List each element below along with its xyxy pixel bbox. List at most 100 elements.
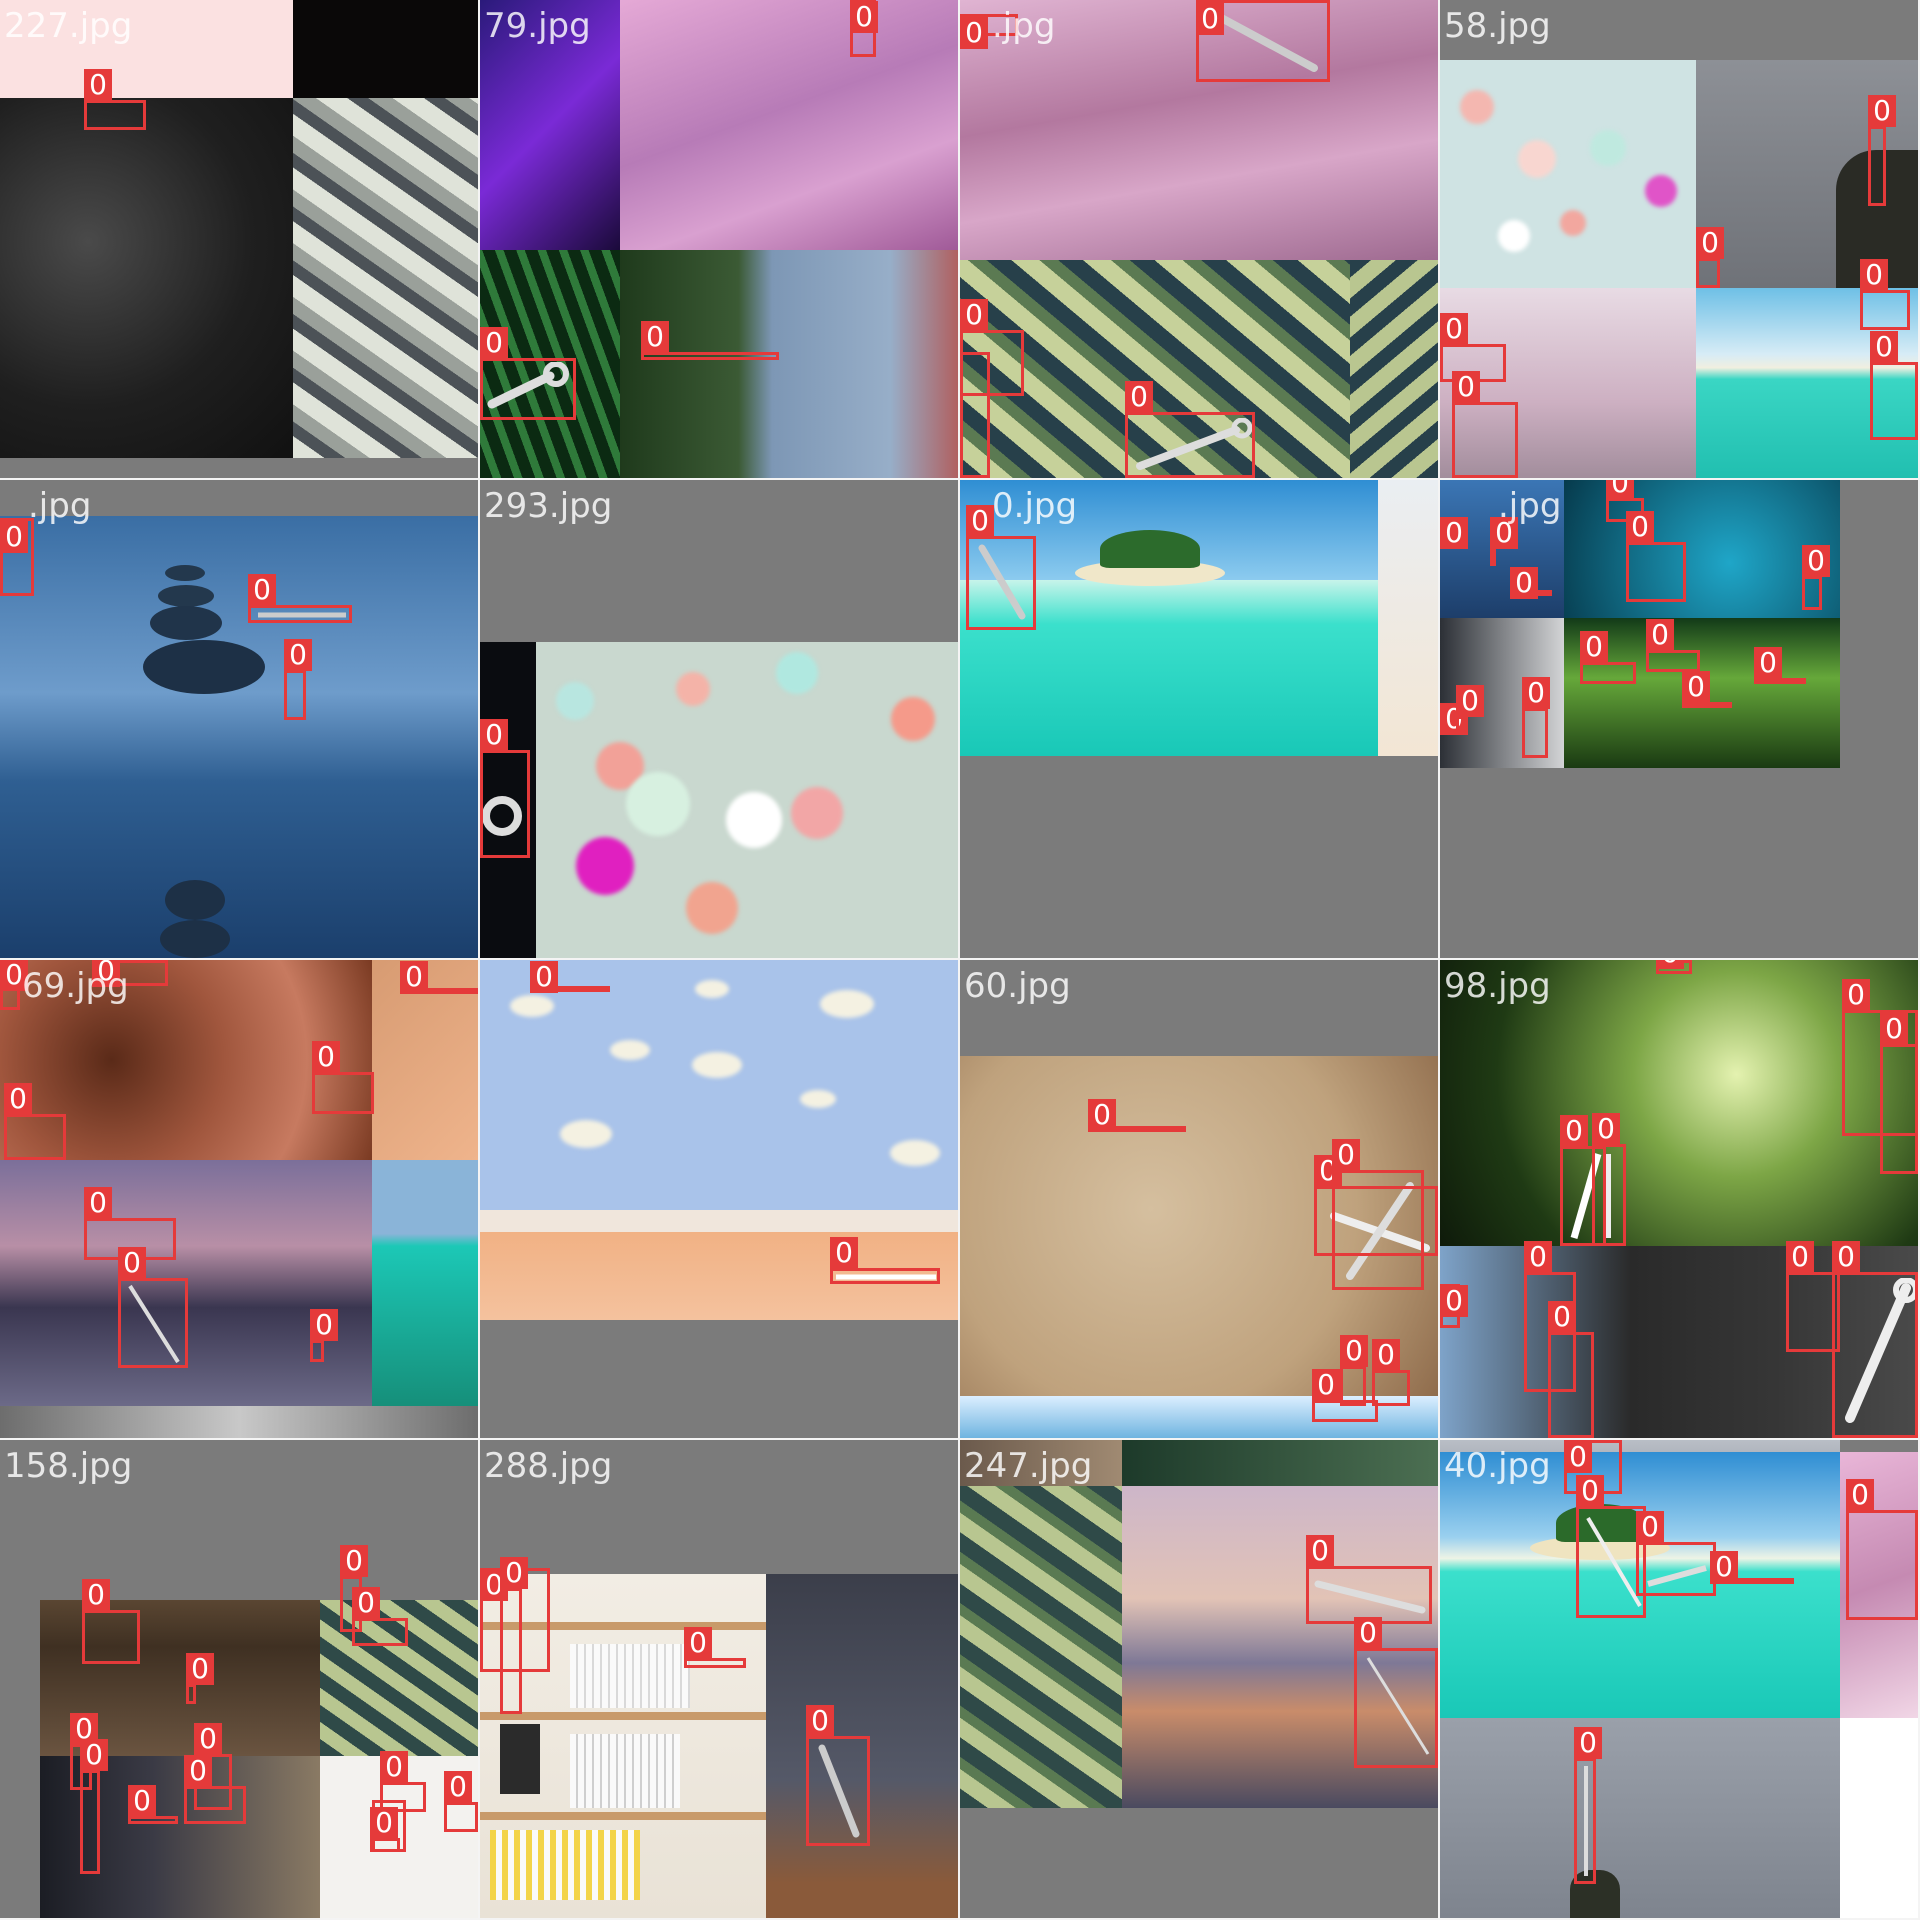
class-label: 0 bbox=[480, 719, 508, 751]
class-label: 0 bbox=[84, 1187, 112, 1219]
class-label: 0 bbox=[1524, 1241, 1552, 1273]
class-label: 0 bbox=[1646, 619, 1674, 651]
cloud-wallpaper bbox=[480, 960, 958, 1210]
class-label: 0 bbox=[1696, 227, 1724, 259]
class-label: 0 bbox=[352, 1587, 380, 1619]
mosaic-grid: 227.jpg 0 79.jpg 0 0 0 .jpg 0 0 0 0 58.j… bbox=[0, 0, 1920, 1920]
bokeh-photo bbox=[1440, 60, 1696, 288]
class-label: 0 bbox=[80, 1739, 108, 1771]
class-label: 0 bbox=[1656, 960, 1684, 969]
detection-box: 0 bbox=[480, 719, 530, 858]
class-label: 0 bbox=[1576, 1475, 1604, 1507]
statue-photo bbox=[1440, 1718, 1840, 1918]
detection-box: 0 bbox=[352, 1587, 408, 1646]
sea-photo bbox=[372, 1160, 478, 1406]
detection-box: 0 bbox=[84, 69, 146, 130]
detection-box: 0 bbox=[1802, 545, 1830, 610]
stone bbox=[165, 565, 205, 581]
detection-box: 0 bbox=[1440, 1284, 1468, 1328]
class-label: 0 bbox=[1754, 647, 1782, 679]
detection-box: 0 bbox=[118, 1247, 188, 1368]
detection-box: 0 bbox=[284, 639, 312, 720]
baseboard bbox=[480, 1210, 958, 1232]
class-label: 0 bbox=[641, 321, 669, 353]
tile-unknown-d: .jpg 0 0 0 0 0 0 0 0 0 0 0 0 0 bbox=[1440, 480, 1918, 958]
class-label: 0 bbox=[4, 1083, 32, 1115]
detection-box: 0 bbox=[1636, 1511, 1716, 1596]
stone bbox=[160, 920, 230, 958]
class-label: 0 bbox=[400, 961, 428, 993]
detection-box: 0 bbox=[1196, 0, 1330, 82]
detection-box: 0 bbox=[830, 1237, 940, 1284]
class-label: 0 bbox=[830, 1237, 858, 1269]
detection-box: 0 bbox=[684, 1627, 746, 1668]
detection-box: 0 bbox=[1710, 1551, 1794, 1584]
class-label: 0 bbox=[960, 17, 988, 49]
class-label: 0 bbox=[1440, 313, 1468, 345]
class-label: 0 bbox=[1710, 1551, 1738, 1583]
class-label: 0 bbox=[1860, 259, 1888, 291]
class-label: 0 bbox=[850, 1, 878, 33]
tile-158: 158.jpg 0 0 0 0 0 0 0 0 0 0 0 0 bbox=[0, 1440, 478, 1918]
detection-box: 0 bbox=[312, 1041, 374, 1114]
dark-strip bbox=[293, 0, 478, 98]
class-label: 0 bbox=[1548, 1301, 1576, 1333]
detection-box: 0 bbox=[806, 1705, 870, 1846]
class-label: 0 bbox=[1626, 511, 1654, 543]
detection-box: 0 bbox=[4, 1083, 66, 1160]
forest-lake bbox=[620, 250, 958, 478]
class-label: 0 bbox=[1606, 480, 1634, 499]
tile-filename: 288.jpg bbox=[484, 1446, 613, 1486]
detection-box: 0 bbox=[1548, 1301, 1594, 1438]
class-label: 0 bbox=[248, 574, 276, 606]
detection-box: 0 bbox=[1646, 619, 1700, 672]
tile-247: 247.jpg 0 0 bbox=[960, 1440, 1438, 1918]
detection-box: 0 bbox=[1870, 331, 1918, 440]
class-label: 0 bbox=[1354, 1617, 1382, 1649]
detection-box: 0 bbox=[128, 1785, 178, 1824]
tile-unknown-b: .jpg 0 0 0 bbox=[0, 480, 478, 958]
class-label: 0 bbox=[1846, 1479, 1874, 1511]
detection-box: 0 bbox=[1440, 517, 1468, 549]
class-label: 0 bbox=[960, 299, 988, 331]
palm-trees bbox=[1100, 530, 1200, 568]
detection-box: 0 bbox=[1574, 1727, 1602, 1884]
class-label: 0 bbox=[684, 1627, 712, 1659]
tile-filename: 227.jpg bbox=[4, 6, 133, 46]
white-strip bbox=[1840, 1718, 1918, 1918]
class-label: 0 bbox=[1832, 1241, 1860, 1273]
class-label: 0 bbox=[1456, 685, 1484, 717]
class-label: 0 bbox=[1372, 1339, 1400, 1371]
class-label: 0 bbox=[966, 505, 994, 537]
tile-filename: .jpg bbox=[1498, 486, 1562, 526]
tile-filename: 79.jpg bbox=[484, 6, 591, 46]
detection-box: 0 bbox=[1846, 1479, 1918, 1620]
detection-box: 0 bbox=[480, 327, 576, 420]
detection-box: 0 bbox=[1510, 567, 1552, 599]
detection-box: 0 bbox=[370, 1807, 400, 1852]
detection-box: 0 bbox=[186, 1653, 214, 1704]
class-label: 0 bbox=[1440, 1285, 1468, 1317]
detection-box: 0 bbox=[310, 1309, 338, 1362]
tile-filename: 40.jpg bbox=[1444, 1446, 1551, 1486]
detection-box: 0 bbox=[444, 1771, 478, 1832]
tile-filename: 293.jpg bbox=[484, 486, 613, 526]
detection-box: 0 bbox=[1682, 671, 1732, 708]
hosta-photo bbox=[960, 1486, 1122, 1808]
class-label: 0 bbox=[0, 521, 28, 553]
detection-box: 0 bbox=[1452, 371, 1518, 478]
class-label: 0 bbox=[370, 1807, 398, 1839]
class-label: 0 bbox=[530, 961, 558, 993]
tile-98: 98.jpg 0 0 0 0 0 0 0 0 0 0 bbox=[1440, 960, 1918, 1438]
class-label: 0 bbox=[194, 1723, 222, 1755]
detection-box: 0 bbox=[1522, 677, 1550, 758]
leaf-photo-gray bbox=[293, 98, 478, 458]
detection-box: 0 bbox=[1456, 685, 1484, 730]
pad bbox=[0, 1406, 478, 1438]
detection-box: 0 bbox=[0, 518, 34, 596]
tile-227: 227.jpg 0 bbox=[0, 0, 478, 478]
class-label: 0 bbox=[284, 639, 312, 671]
class-label: 0 bbox=[1880, 1013, 1908, 1045]
tile-unknown-c: 0.jpg 0 bbox=[960, 480, 1438, 958]
class-label: 0 bbox=[1196, 3, 1224, 35]
